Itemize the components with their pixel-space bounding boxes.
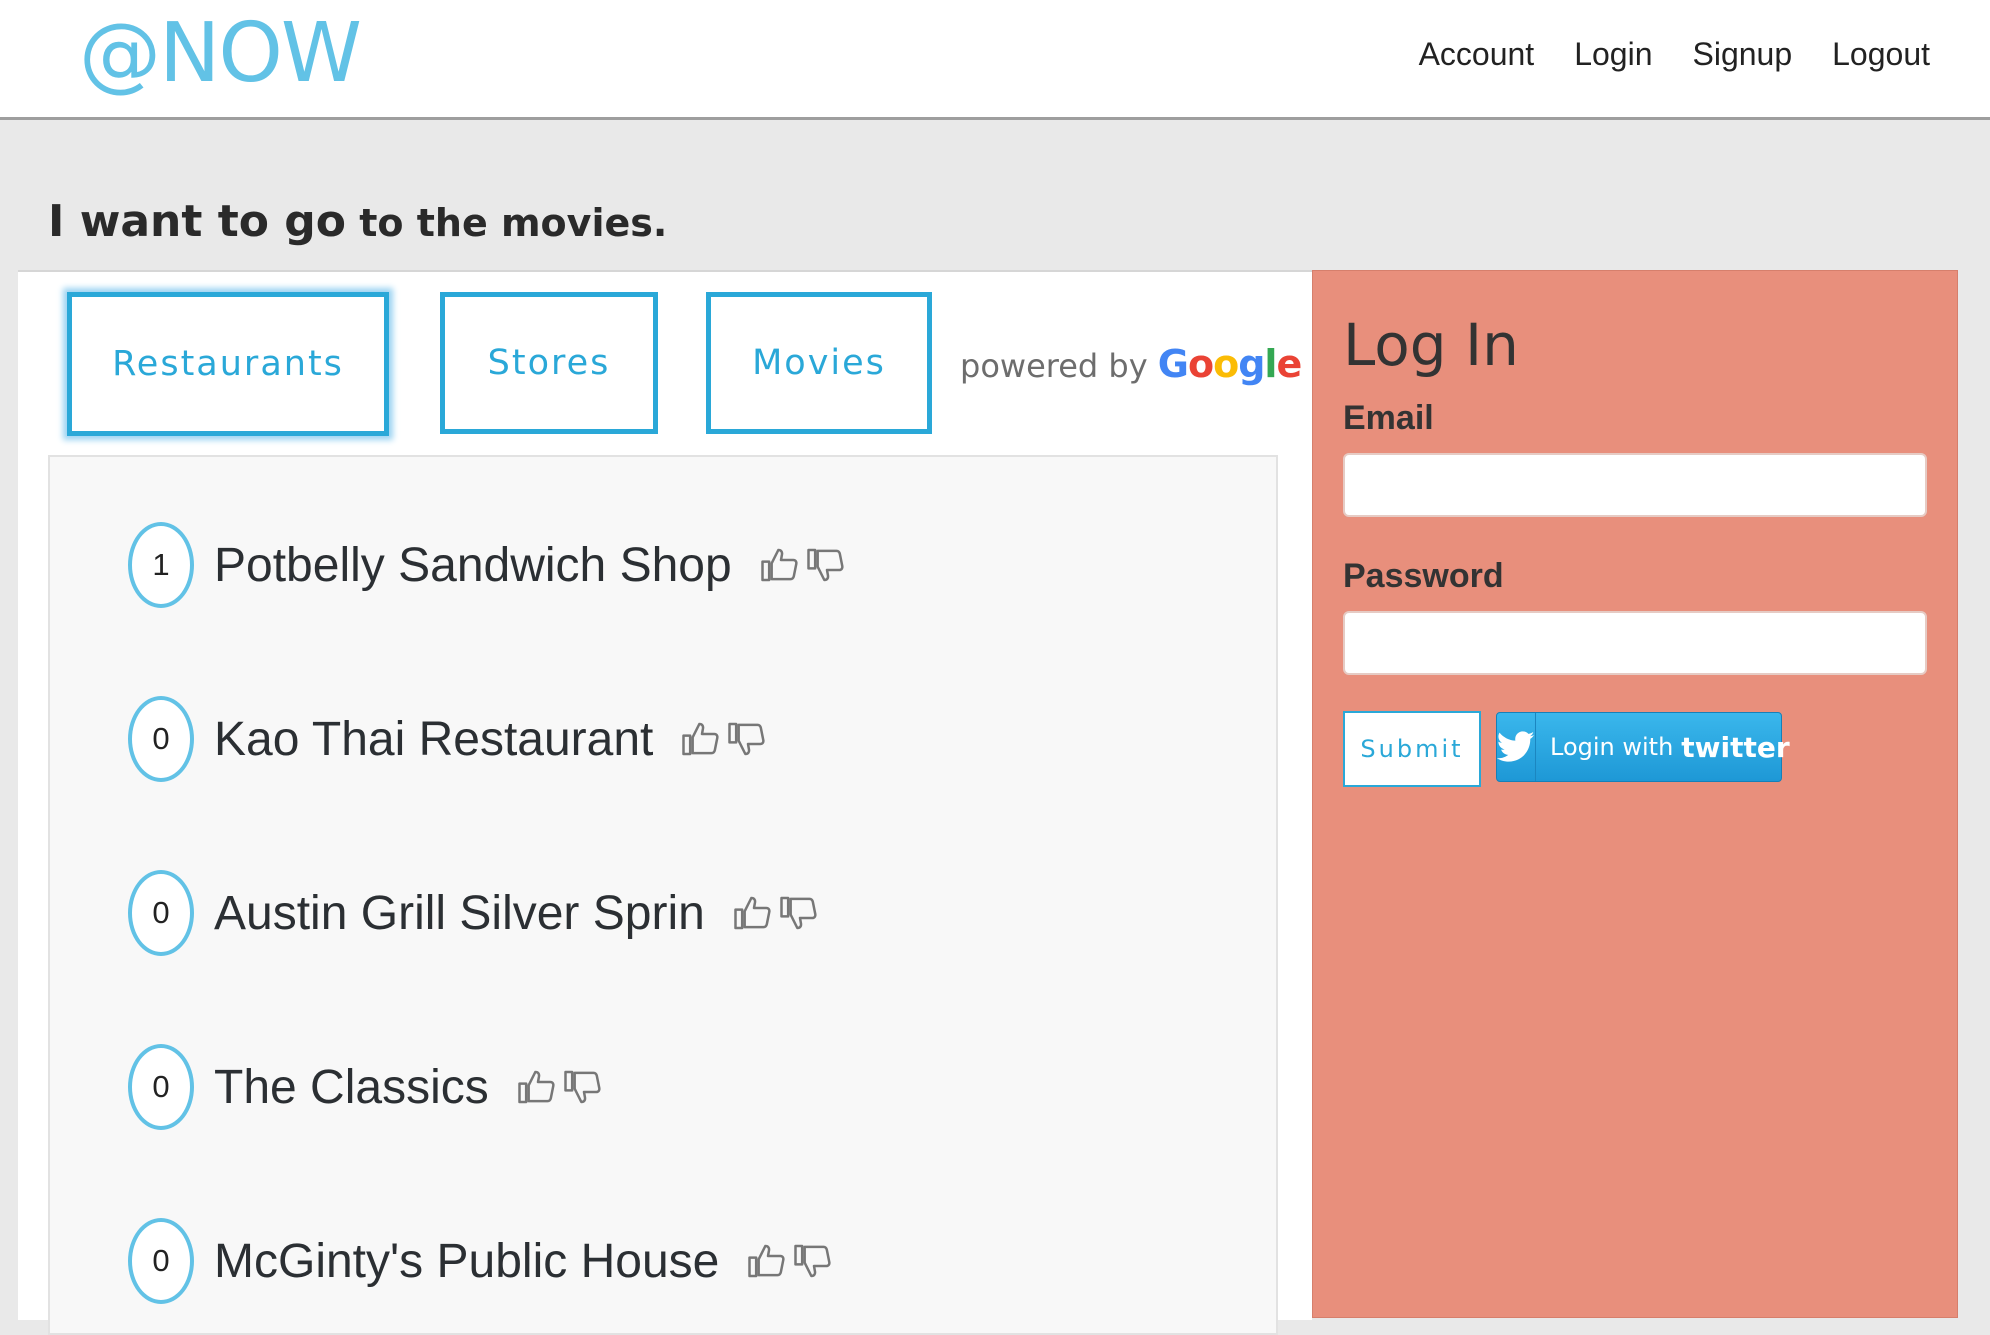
place-name[interactable]: Austin Grill Silver Sprin [214, 886, 705, 941]
password-label: Password [1343, 557, 1504, 595]
vote-count: 0 [128, 696, 194, 782]
app-logo[interactable]: @NOW [79, 4, 362, 104]
page-headline: I want to go to the movies. [48, 196, 667, 247]
thumbs-up-icon[interactable] [517, 1067, 557, 1107]
vote-count: 0 [128, 1044, 194, 1130]
place-item: 1 Potbelly Sandwich Shop [128, 520, 846, 610]
place-item: 0 Kao Thai Restaurant [128, 694, 767, 784]
thumbs-up-icon[interactable] [733, 893, 773, 933]
email-label: Email [1343, 399, 1434, 437]
place-name[interactable]: Kao Thai Restaurant [214, 712, 653, 767]
google-logo: Google [1157, 342, 1302, 386]
nav-login-link[interactable]: Login [1574, 26, 1652, 82]
email-field[interactable] [1343, 453, 1927, 517]
nav-links: Account Login Signup Logout [1419, 26, 1930, 82]
twitter-bird-icon [1497, 713, 1536, 781]
vote-count: 1 [128, 522, 194, 608]
twitter-brand: twitter [1681, 730, 1790, 764]
thumbs-up-icon[interactable] [747, 1241, 787, 1281]
thumbs-up-icon[interactable] [681, 719, 721, 759]
submit-button[interactable]: Submit [1343, 711, 1481, 787]
thumbs-down-icon[interactable] [793, 1241, 833, 1281]
thumbs-down-icon[interactable] [563, 1067, 603, 1107]
main-content: Restaurants Stores Movies powered by Goo… [18, 270, 1312, 1335]
category-movies-button[interactable]: Movies [706, 292, 932, 434]
category-stores-button[interactable]: Stores [440, 292, 658, 434]
top-navbar: @NOW Account Login Signup Logout [0, 0, 1990, 120]
thumbs-down-icon[interactable] [779, 893, 819, 933]
headline-destination: to the movies. [346, 201, 668, 245]
place-item: 0 McGinty's Public House [128, 1216, 833, 1306]
place-item: 0 The Classics [128, 1042, 603, 1132]
twitter-login-label: Login with [1550, 733, 1674, 761]
category-restaurants-button[interactable]: Restaurants [67, 292, 389, 436]
places-list: 1 Potbelly Sandwich Shop 0 Kao Thai Rest… [48, 455, 1278, 1335]
thumbs-down-icon[interactable] [806, 545, 846, 585]
login-title: Log In [1343, 311, 1519, 379]
powered-by-google: powered by Google [960, 342, 1302, 386]
nav-account-link[interactable]: Account [1419, 26, 1535, 82]
vote-count: 0 [128, 870, 194, 956]
headline-prefix: I want to go [48, 196, 347, 247]
nav-logout-link[interactable]: Logout [1832, 26, 1930, 82]
powered-by-text: powered by [960, 347, 1148, 385]
vote-count: 0 [128, 1218, 194, 1304]
place-item: 0 Austin Grill Silver Sprin [128, 868, 819, 958]
login-panel: Log In Email Password Submit Login with … [1312, 270, 1958, 1318]
nav-signup-link[interactable]: Signup [1692, 26, 1792, 82]
password-field[interactable] [1343, 611, 1927, 675]
thumbs-up-icon[interactable] [760, 545, 800, 585]
place-name[interactable]: McGinty's Public House [214, 1234, 719, 1289]
thumbs-down-icon[interactable] [727, 719, 767, 759]
twitter-login-button[interactable]: Login with twitter [1496, 712, 1790, 782]
place-name[interactable]: The Classics [214, 1060, 489, 1115]
place-name[interactable]: Potbelly Sandwich Shop [214, 538, 732, 593]
